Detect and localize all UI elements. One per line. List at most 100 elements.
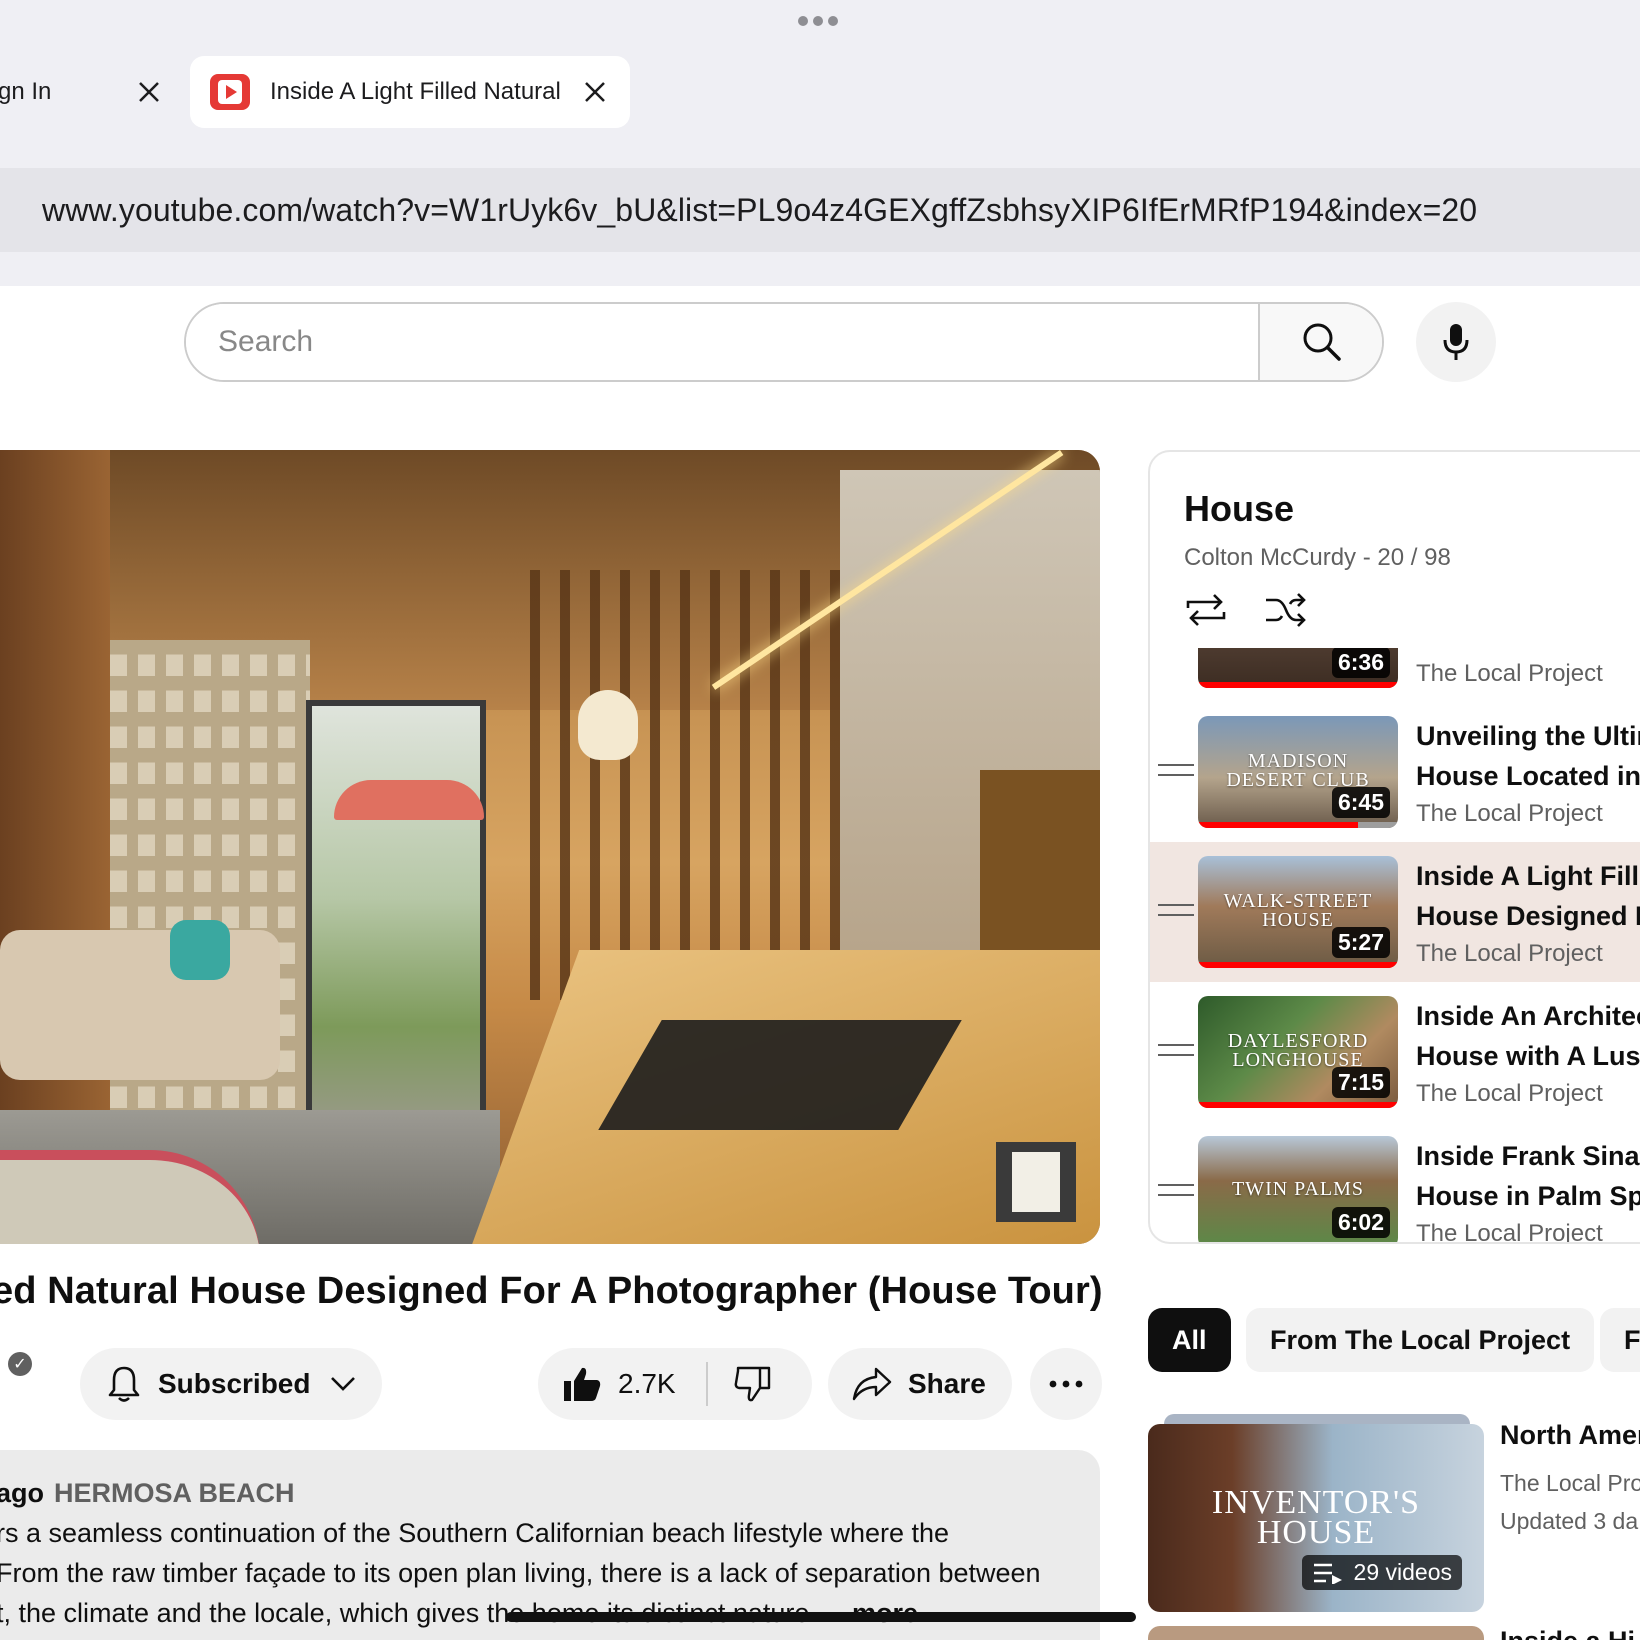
voice-search-button[interactable] (1416, 302, 1496, 382)
playlist-title[interactable]: House (1184, 488, 1294, 530)
thumbnail-title-text: WALK-STREET HOUSE (1223, 890, 1373, 931)
more-horizontal-icon (1049, 1380, 1083, 1388)
description-location-tag[interactable]: HERMOSA BEACH (54, 1478, 295, 1508)
chevron-down-icon (331, 1377, 356, 1391)
tab-label: Inside A Light Filled Natural (270, 78, 561, 105)
address-bar[interactable]: www.youtube.com/watch?v=W1rUyk6v_bU&list… (0, 168, 1640, 252)
watch-progress-bar (1198, 962, 1398, 968)
watch-progress-bar (1198, 822, 1358, 828)
recommended-channel[interactable]: The Local Pro (1500, 1470, 1640, 1497)
playlist-separator: - (1362, 544, 1371, 571)
description-meta: ago HERMOSA BEACH (0, 1478, 295, 1509)
playlist-item-channel: The Local Project (1416, 800, 1603, 827)
playlist-items: 6:36 The Local Project MADISON DESERT CL… (1150, 648, 1640, 1244)
dislike-button[interactable] (734, 1366, 772, 1402)
more-actions-button[interactable] (1030, 1348, 1102, 1420)
window-menu-dots-icon[interactable] (798, 16, 838, 26)
video-frame-sofa (0, 930, 280, 1080)
verified-badge-icon: ✓ (8, 1352, 32, 1376)
video-frame-lamp (578, 690, 638, 760)
url-text: www.youtube.com/watch?v=W1rUyk6v_bU&list… (42, 192, 1478, 228)
microphone-icon (1443, 324, 1469, 360)
thumbnail-title-text: MADISON DESERT CLUB (1226, 750, 1370, 791)
chip-all[interactable]: All (1148, 1308, 1231, 1372)
thumbs-down-icon (734, 1366, 770, 1402)
duration-badge: 5:27 (1331, 927, 1390, 958)
playlist-item-title-line2: House Designed F (1416, 901, 1640, 931)
recommended-title[interactable]: North Amer (1500, 1420, 1640, 1451)
bell-icon (108, 1366, 140, 1402)
browser-chrome: gn In Inside A Light Filled Natural www.… (0, 0, 1640, 286)
drag-handle-icon[interactable] (1158, 1044, 1194, 1064)
description-line: rs a seamless continuation of the Southe… (0, 1518, 950, 1548)
duration-badge: 7:15 (1331, 1067, 1390, 1098)
search-button[interactable] (1258, 304, 1382, 380)
duration-badge: 6:45 (1331, 787, 1390, 818)
video-frame-cooktop (598, 1020, 962, 1130)
watch-progress-bar (1198, 1242, 1398, 1244)
playlist-item-channel: The Local Project (1416, 940, 1603, 967)
playlist-video-count: 29 videos (1353, 1559, 1452, 1585)
recommended-next-thumbnail[interactable] (1148, 1626, 1484, 1640)
chip-from-the-local-project[interactable]: From The Local Project (1246, 1308, 1595, 1372)
playlist-item-title-line1: Unveiling the Ultim (1416, 721, 1640, 751)
playlist-position: 20 / 98 (1377, 544, 1451, 571)
shuffle-icon[interactable] (1264, 590, 1308, 630)
search-input[interactable] (186, 304, 1258, 380)
chip-next[interactable]: F (1600, 1308, 1640, 1372)
playlist-thumbnail: TWIN PALMS 6:02 (1198, 1136, 1398, 1244)
subscribed-button[interactable]: Subscribed (80, 1348, 382, 1420)
like-button[interactable]: 2.7K (538, 1365, 676, 1403)
playlist-item[interactable]: DAYLESFORD LONGHOUSE 7:15 Inside An Arch… (1150, 982, 1640, 1122)
recommended-next-title[interactable]: Inside a Hi (1500, 1626, 1635, 1640)
playlist-item-title: Inside Frank Sinatr House in Palm Spr (1416, 1136, 1640, 1216)
share-label: Share (908, 1368, 986, 1399)
playlist-thumbnail: MADISON DESERT CLUB 6:45 (1198, 716, 1398, 828)
video-player[interactable] (0, 450, 1100, 1244)
watch-progress-bar (1198, 1102, 1398, 1108)
recommended-updated: Updated 3 da (1500, 1508, 1639, 1534)
drag-handle-icon[interactable] (1158, 904, 1194, 924)
tab-sign-in[interactable]: gn In (0, 56, 180, 128)
playlist-item[interactable]: 6:36 The Local Project (1150, 648, 1640, 702)
close-icon[interactable] (138, 81, 160, 103)
playlist-controls (1184, 590, 1308, 630)
video-frame-umbrella (334, 780, 484, 820)
tab-youtube-video[interactable]: Inside A Light Filled Natural (190, 56, 630, 128)
playlist-thumbnail: DAYLESFORD LONGHOUSE 7:15 (1198, 996, 1398, 1108)
channel-watermark[interactable] (996, 1142, 1076, 1222)
duration-badge: 6:02 (1331, 1207, 1390, 1238)
playlist-item-title: Unveiling the Ultim House Located in (1416, 716, 1640, 796)
drag-handle-icon[interactable] (1158, 764, 1194, 784)
youtube-favicon-icon (210, 74, 250, 110)
duration-badge: 6:36 (1331, 648, 1390, 678)
search-icon (1303, 323, 1341, 361)
playlist-item-channel: The Local Project (1416, 1080, 1603, 1107)
playlist-item-title-line2: House with A Lusc (1416, 1041, 1640, 1071)
playlist-panel: House Colton McCurdy - 20 / 98 6:36 The … (1148, 450, 1640, 1244)
playlist-item[interactable]: MADISON DESERT CLUB 6:45 Unveiling the U… (1150, 702, 1640, 842)
thumbnail-title-text: DAYLESFORD LONGHOUSE (1227, 1030, 1369, 1071)
share-icon (852, 1367, 892, 1401)
share-button[interactable]: Share (828, 1348, 1012, 1420)
playlist-item-now-playing[interactable]: WALK-STREET HOUSE 5:27 Inside A Light Fi… (1150, 842, 1640, 982)
like-dislike-group: 2.7K (538, 1348, 812, 1420)
playlist-thumbnail: WALK-STREET HOUSE 5:27 (1198, 856, 1398, 968)
home-indicator[interactable] (506, 1612, 1136, 1622)
watch-progress-bar (1198, 682, 1398, 688)
recommended-playlist-thumbnail[interactable]: INVENTOR'S HOUSE 29 videos (1148, 1424, 1484, 1612)
playlist-owner[interactable]: Colton McCurdy (1184, 544, 1356, 571)
playlist-item[interactable]: TWIN PALMS 6:02 Inside Frank Sinatr Hous… (1150, 1122, 1640, 1244)
video-title: ed Natural House Designed For A Photogra… (0, 1270, 1103, 1312)
video-frame-cushion (170, 920, 230, 980)
drag-handle-icon[interactable] (1158, 1184, 1194, 1204)
loop-icon[interactable] (1184, 590, 1228, 630)
playlist-item-title-line2: House in Palm Spr (1416, 1181, 1640, 1211)
video-frame-stairs (530, 570, 870, 1000)
close-icon[interactable] (584, 81, 606, 103)
subscribed-label: Subscribed (158, 1368, 311, 1399)
playlist-item-title-line1: Inside Frank Sinatr (1416, 1141, 1640, 1171)
playlist-item-title-line2: House Located in (1416, 761, 1640, 791)
thumbs-up-icon (564, 1367, 601, 1401)
playlist-subtitle: Colton McCurdy - 20 / 98 (1184, 544, 1451, 572)
